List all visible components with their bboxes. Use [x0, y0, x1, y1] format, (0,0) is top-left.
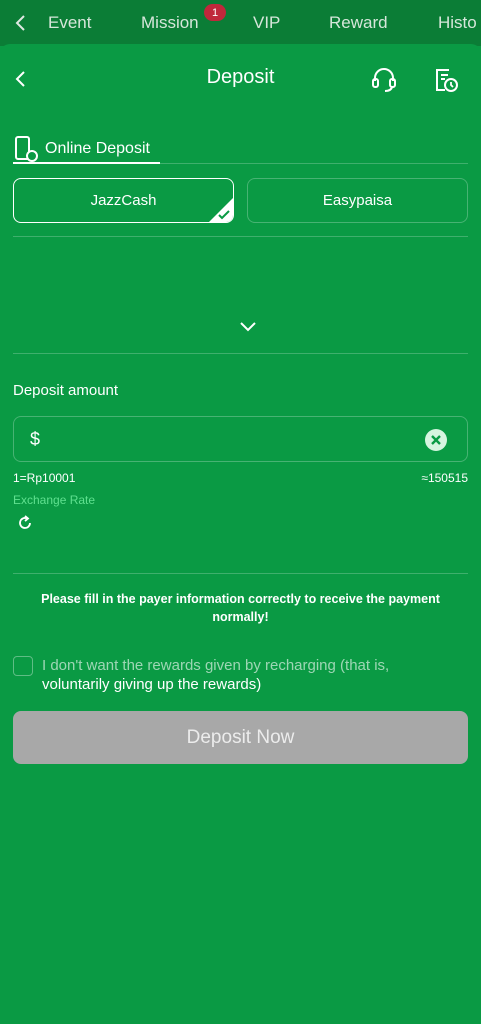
mission-badge: 1 [204, 4, 226, 21]
rewards-opt-out-checkbox[interactable] [13, 656, 33, 676]
deposit-header: Deposit [0, 44, 481, 114]
tab-reward[interactable]: Reward [329, 0, 388, 46]
top-tab-bar: Event Mission 1 VIP Reward Histo [0, 0, 481, 46]
phone-payment-icon [15, 136, 38, 162]
deposit-panel: Deposit Online Deposit JazzCash Easypais… [0, 44, 481, 1024]
tab-mission[interactable]: Mission [141, 0, 199, 46]
tab-event[interactable]: Event [48, 0, 91, 46]
channel-easypaisa[interactable]: Easypaisa [247, 178, 468, 223]
channel-easypaisa-label: Easypaisa [322, 192, 393, 209]
rewards-opt-out-line1: I don't want the rewards given by rechar… [42, 657, 390, 674]
exchange-rate-value: 1=Rp10001 [13, 471, 76, 485]
exchange-rate-label: Exchange Rate [13, 493, 96, 507]
deposit-record-icon[interactable] [432, 66, 460, 94]
divider [13, 573, 468, 574]
channel-jazzcash[interactable]: JazzCash [13, 178, 234, 223]
refresh-icon[interactable] [16, 514, 34, 532]
rewards-opt-out-label[interactable]: I don't want the rewards given by rechar… [42, 656, 462, 694]
channel-jazzcash-label: JazzCash [90, 192, 157, 209]
converted-amount: ≈150515 [421, 471, 468, 485]
deposit-now-button[interactable]: Deposit Now [13, 711, 468, 764]
online-deposit-label: Online Deposit [45, 140, 150, 157]
chevron-left-icon [15, 15, 25, 31]
page-title: Deposit [206, 66, 275, 88]
chevron-down-icon[interactable] [238, 320, 258, 334]
divider [13, 236, 468, 237]
deposit-amount-label: Deposit amount [13, 382, 119, 399]
payer-info-notice: Please fill in the payer information cor… [41, 592, 440, 624]
deposit-amount-input[interactable] [54, 425, 414, 455]
tab-online-deposit[interactable]: Online Deposit [13, 132, 150, 166]
divider [13, 163, 468, 164]
top-back-button[interactable] [0, 0, 40, 46]
tab-vip[interactable]: VIP [253, 0, 280, 46]
divider [13, 353, 468, 354]
tab-history[interactable]: Histo [438, 0, 477, 46]
rewards-opt-out-line2: voluntarily giving up the rewards) [42, 676, 262, 693]
clear-icon[interactable] [425, 429, 447, 451]
selected-check-icon [209, 198, 233, 222]
deposit-amount-field[interactable]: $ [13, 416, 468, 462]
customer-service-icon[interactable] [370, 66, 398, 94]
currency-symbol: $ [30, 429, 41, 449]
